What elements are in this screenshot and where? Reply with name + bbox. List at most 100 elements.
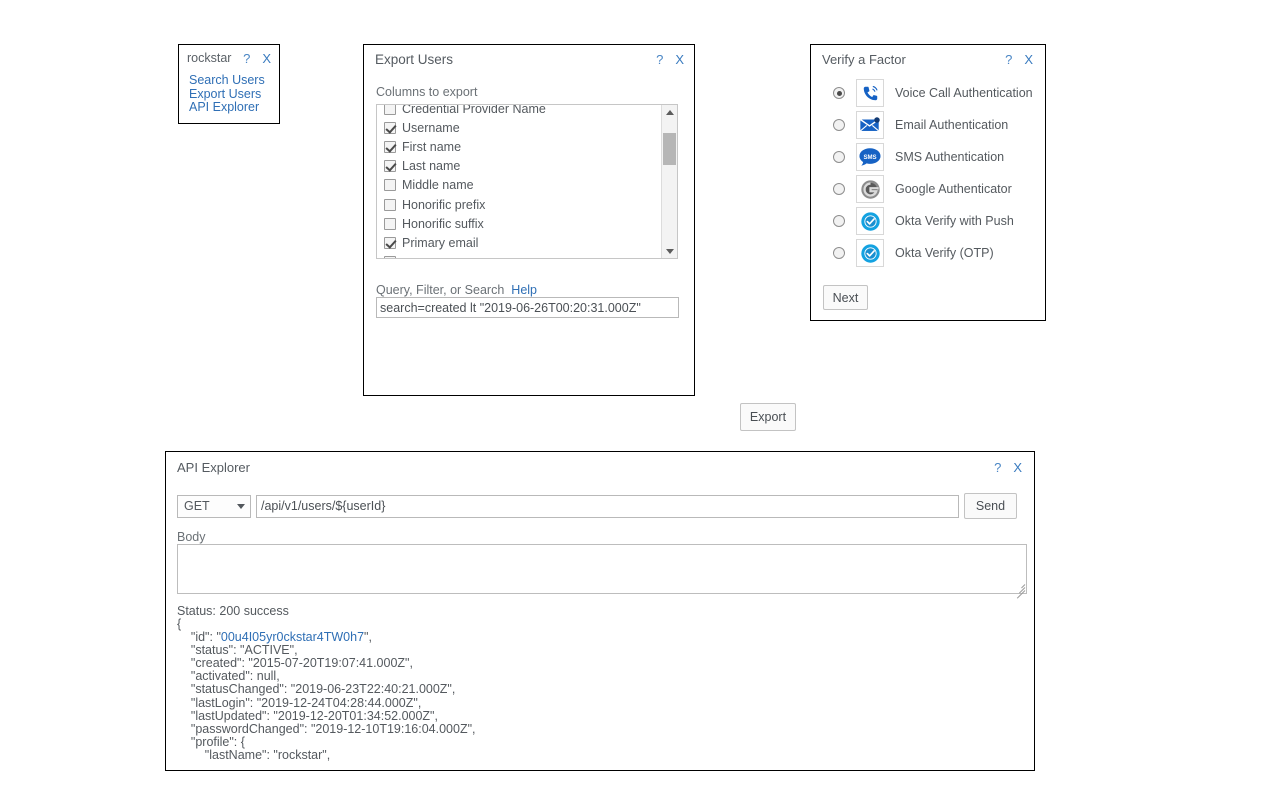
response-json-line: "lastLogin": "2019-12-24T04:28:44.000Z", — [177, 695, 422, 710]
phone-call-icon — [856, 79, 884, 107]
factor-option-voice-call[interactable]: Voice Call Authentication — [811, 77, 1045, 109]
menu-item-api-explorer[interactable]: API Explorer — [189, 101, 279, 115]
columns-to-export-list[interactable]: Credential Provider Name Username First … — [376, 104, 678, 259]
column-checkbox-row[interactable]: Primary email — [384, 233, 661, 252]
request-url-input[interactable] — [256, 494, 959, 518]
response-status: Status: 200 success — [177, 604, 289, 618]
help-icon[interactable]: ? — [994, 461, 1001, 474]
factor-option-okta-verify-push[interactable]: Okta Verify with Push — [811, 205, 1045, 237]
column-label: Honorific prefix — [402, 197, 486, 212]
help-icon[interactable]: ? — [1005, 53, 1012, 66]
api-explorer-title-row: API Explorer ? X — [166, 452, 1034, 475]
column-label: Honorific suffix — [402, 216, 484, 231]
checkbox-last-name[interactable] — [384, 160, 396, 173]
api-explorer-title: API Explorer — [177, 460, 250, 475]
radio-sms[interactable] — [833, 151, 845, 163]
checkbox-middle-name[interactable] — [384, 179, 396, 192]
checkbox-honorific-suffix[interactable] — [384, 217, 396, 230]
screen: rockstar ? X Search Users Export Users A… — [0, 0, 1280, 800]
column-checkbox-row[interactable]: Honorific prefix — [384, 195, 661, 214]
factor-option-google-authenticator[interactable]: Google Authenticator — [811, 173, 1045, 205]
scroll-down-arrow-icon[interactable] — [662, 244, 677, 258]
column-label: Username — [402, 120, 460, 135]
column-checkbox-row[interactable]: Credential Provider Name — [384, 105, 661, 118]
response-json-line: "lastUpdated": "2019-12-20T01:34:52.000Z… — [177, 708, 438, 723]
radio-okta-verify-push[interactable] — [833, 215, 845, 227]
response-json-line: "lastName": "rockstar", — [177, 747, 331, 762]
close-icon[interactable]: X — [675, 53, 684, 66]
response-user-id-value[interactable]: 00u4I05yr0ckstar4TW0h7 — [221, 630, 364, 644]
checkbox-honorific-prefix[interactable] — [384, 198, 396, 211]
http-method-select[interactable]: GET — [177, 494, 251, 518]
factor-option-okta-verify-otp[interactable]: Okta Verify (OTP) — [811, 237, 1045, 269]
factor-label: Email Authentication — [895, 118, 1009, 132]
column-label: First name — [402, 139, 462, 154]
radio-okta-verify-otp[interactable] — [833, 247, 845, 259]
export-users-title: Export Users — [375, 52, 454, 67]
request-row: GET Send — [177, 493, 1017, 519]
google-authenticator-icon — [856, 175, 884, 203]
help-icon[interactable]: ? — [243, 52, 250, 65]
checkbox-username[interactable] — [384, 121, 396, 134]
request-body-textarea[interactable] — [177, 544, 1027, 594]
rockstar-menu-title: rockstar — [187, 51, 232, 65]
checkbox-next-partial[interactable] — [384, 256, 396, 258]
factor-option-email[interactable]: Email Authentication — [811, 109, 1045, 141]
query-label-row: Query, Filter, or Search Help — [376, 283, 537, 297]
column-checkbox-row[interactable]: First name — [384, 137, 661, 156]
export-button[interactable]: Export — [740, 403, 796, 431]
rockstar-menu-title-row: rockstar ? X — [179, 45, 279, 65]
close-icon[interactable]: X — [1013, 461, 1022, 474]
rockstar-menu-title-actions: ? X — [243, 52, 271, 65]
factor-label: Okta Verify with Push — [895, 214, 1014, 228]
verify-factor-title: Verify a Factor — [822, 52, 906, 67]
query-label: Query, Filter, or Search — [376, 283, 505, 297]
body-label: Body — [177, 530, 206, 544]
column-checkbox-row[interactable]: Honorific suffix — [384, 214, 661, 233]
column-checkbox-row[interactable]: Middle name — [384, 176, 661, 195]
response-json-line: "passwordChanged": "2019-12-10T19:16:04.… — [177, 721, 476, 736]
query-help-link[interactable]: Help — [511, 283, 537, 297]
query-input[interactable] — [376, 297, 679, 318]
menu-item-search-users[interactable]: Search Users — [189, 73, 279, 88]
column-label: Credential Provider Name — [402, 105, 546, 116]
scrollbar-thumb[interactable] — [663, 133, 676, 165]
svg-text:SMS: SMS — [863, 155, 876, 161]
factor-label: Okta Verify (OTP) — [895, 246, 994, 260]
factor-label: SMS Authentication — [895, 150, 1005, 164]
rockstar-menu-panel: rockstar ? X Search Users Export Users A… — [178, 44, 280, 124]
response-json-line: "statusChanged": "2019-06-23T22:40:21.00… — [177, 682, 456, 697]
api-explorer-title-actions: ? X — [994, 461, 1022, 474]
next-button[interactable]: Next — [823, 285, 868, 310]
help-icon[interactable]: ? — [656, 53, 663, 66]
checkbox-first-name[interactable] — [384, 140, 396, 153]
factor-option-sms[interactable]: SMS SMS Authentication — [811, 141, 1045, 173]
column-checkbox-row[interactable]: Last name — [384, 157, 661, 176]
email-envelope-icon — [856, 111, 884, 139]
close-icon[interactable]: X — [1024, 53, 1033, 66]
response-json: { "id": "00u4I05yr0ckstar4TW0h7", "statu… — [177, 618, 1032, 769]
checkbox-credential-provider-name[interactable] — [384, 105, 396, 115]
verify-factor-panel: Verify a Factor ? X Voice Call Authentic… — [810, 44, 1046, 321]
radio-google-authenticator[interactable] — [833, 183, 845, 195]
close-icon[interactable]: X — [262, 52, 271, 65]
radio-email[interactable] — [833, 119, 845, 131]
response-json-line: "created": "2015-07-20T19:07:41.000Z", — [177, 656, 413, 671]
okta-verify-check-icon — [856, 239, 884, 267]
columns-scrollbar[interactable] — [661, 105, 677, 258]
menu-item-export-users[interactable]: Export Users — [189, 87, 279, 102]
factor-label: Google Authenticator — [895, 182, 1012, 196]
verify-factor-title-actions: ? X — [1005, 53, 1033, 66]
column-label: Middle name — [402, 178, 474, 193]
column-label: Primary email — [402, 235, 479, 250]
checkbox-primary-email[interactable] — [384, 236, 396, 249]
column-checkbox-row[interactable]: Username — [384, 118, 661, 137]
send-button[interactable]: Send — [964, 493, 1017, 519]
radio-voice-call[interactable] — [833, 87, 845, 99]
export-users-title-actions: ? X — [656, 53, 684, 66]
scroll-up-arrow-icon[interactable] — [662, 105, 677, 119]
rockstar-menu-links: Search Users Export Users API Explorer — [179, 73, 279, 115]
column-checkbox-row-partial[interactable] — [384, 253, 661, 258]
columns-to-export-label: Columns to export — [376, 85, 478, 99]
response-json-line: "id": "00u4I05yr0ckstar4TW0h7", — [177, 630, 372, 645]
